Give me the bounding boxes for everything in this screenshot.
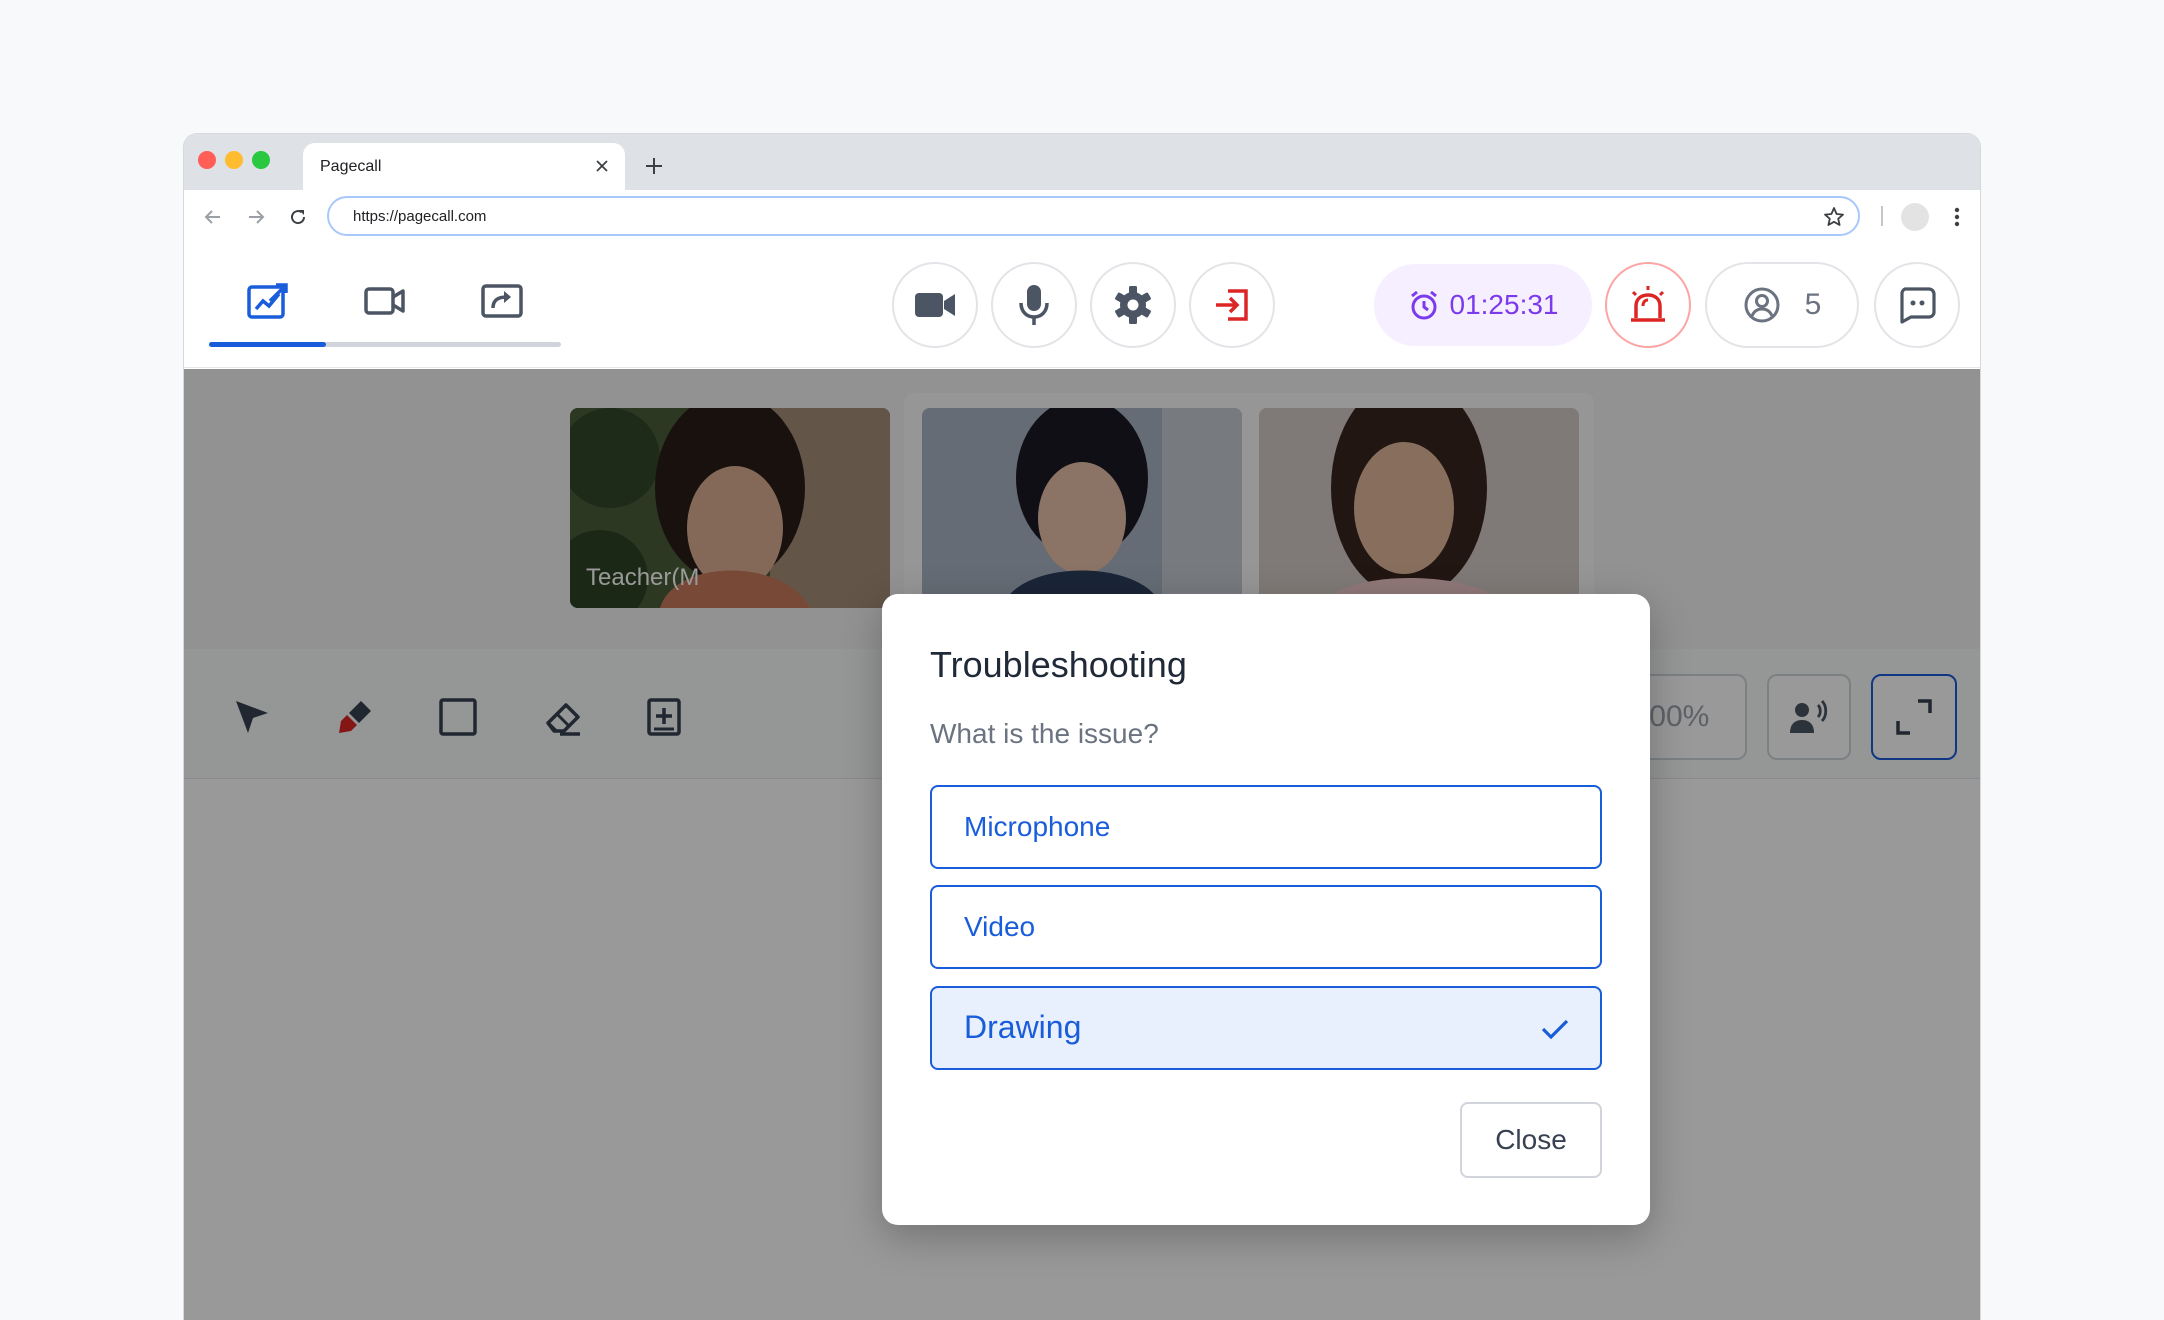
maximize-window-button[interactable]: [252, 151, 270, 169]
reload-icon[interactable]: [284, 203, 312, 231]
chat-button[interactable]: [1874, 262, 1960, 348]
browser-window: Pagecall https://pagecall.com 01:25:31 5…: [183, 133, 1981, 1320]
option-microphone[interactable]: Microphone: [930, 785, 1602, 869]
active-tab-indicator: [209, 342, 326, 347]
camera-icon: [915, 293, 955, 317]
alert-button[interactable]: [1605, 262, 1691, 348]
tab-strip: Pagecall: [184, 134, 1980, 190]
video-camera-icon: [363, 287, 405, 315]
close-window-button[interactable]: [198, 151, 216, 169]
siren-icon: [1631, 286, 1665, 322]
checkmark-icon: [1541, 1019, 1569, 1040]
browser-menu-icon[interactable]: [1947, 203, 1967, 231]
app-header: 01:25:31 5: [184, 243, 1980, 368]
bookmark-star-icon[interactable]: [1822, 205, 1846, 229]
tab-whiteboard[interactable]: [209, 277, 326, 325]
address-bar[interactable]: https://pagecall.com: [327, 196, 1860, 236]
microphone-icon: [1019, 285, 1049, 325]
participants-count: 5: [1804, 288, 1822, 321]
exit-button[interactable]: [1189, 262, 1275, 348]
tab-video[interactable]: [326, 277, 443, 325]
option-drawing[interactable]: Drawing: [930, 986, 1602, 1070]
profile-avatar[interactable]: [1901, 203, 1929, 231]
option-label: Video: [964, 911, 1036, 942]
alarm-clock-icon: [1410, 290, 1437, 320]
browser-toolbar: https://pagecall.com: [184, 190, 1980, 243]
browser-tab[interactable]: Pagecall: [303, 143, 625, 190]
exit-icon: [1216, 289, 1248, 321]
troubleshooting-dialog: Troubleshooting What is the issue? Micro…: [882, 594, 1650, 1225]
close-button[interactable]: Close: [1460, 1102, 1602, 1178]
camera-button[interactable]: [892, 262, 978, 348]
session-timer: 01:25:31: [1374, 264, 1592, 346]
toolbar-divider: [1881, 206, 1883, 226]
close-tab-icon[interactable]: [591, 155, 613, 177]
gear-icon: [1115, 286, 1151, 324]
timer-text: 01:25:31: [1449, 289, 1559, 320]
dialog-title: Troubleshooting: [930, 644, 1187, 685]
new-tab-icon[interactable]: [639, 151, 669, 181]
dialog-subtitle: What is the issue?: [930, 718, 1159, 749]
url-text: https://pagecall.com: [353, 208, 487, 225]
user-circle-icon: [1744, 287, 1780, 323]
back-icon[interactable]: [199, 203, 227, 231]
participants-button[interactable]: 5: [1705, 262, 1859, 348]
option-label: Drawing: [964, 1009, 1082, 1045]
settings-button[interactable]: [1090, 262, 1176, 348]
tab-screen-share[interactable]: [443, 277, 560, 325]
microphone-button[interactable]: [991, 262, 1077, 348]
whiteboard-icon: [246, 283, 288, 319]
chat-icon: [1900, 287, 1936, 324]
screen-share-icon: [480, 284, 523, 318]
option-label: Microphone: [964, 811, 1111, 842]
forward-icon[interactable]: [242, 203, 270, 231]
tab-title: Pagecall: [320, 158, 382, 175]
option-video[interactable]: Video: [930, 885, 1602, 969]
minimize-window-button[interactable]: [225, 151, 243, 169]
